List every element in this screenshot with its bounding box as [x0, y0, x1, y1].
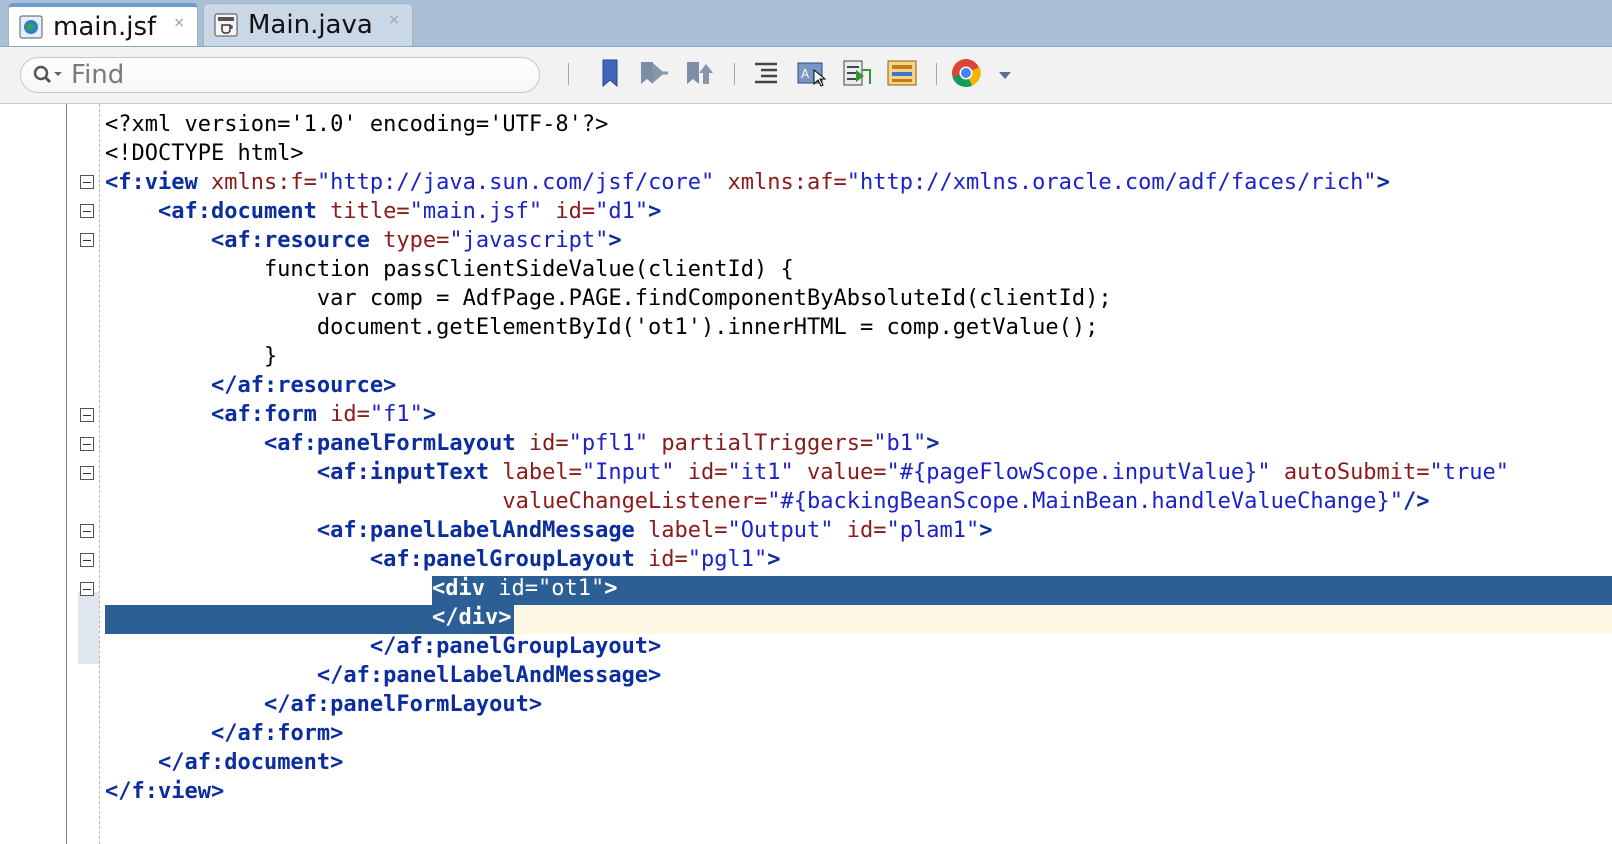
editor-toolbar: A	[0, 47, 1612, 104]
code-line: </af:panelFormLayout>	[263, 692, 543, 717]
dropdown-arrow-icon	[997, 66, 1013, 85]
fold-toggle-icon[interactable]	[80, 524, 94, 538]
start-macro-button[interactable]	[842, 59, 874, 91]
code-line: </af:resource>	[210, 373, 397, 398]
close-tab-icon[interactable]: ×	[173, 15, 185, 31]
fold-toggle-icon[interactable]	[80, 466, 94, 480]
tab-main-java[interactable]: Main.java ×	[203, 3, 413, 46]
show-structure-button[interactable]	[886, 59, 918, 91]
code-line: </af:panelGroupLayout>	[369, 634, 662, 659]
current-line-highlight	[514, 605, 1612, 634]
toggle-design-icon: A	[796, 58, 828, 92]
code-line: </f:view>	[105, 779, 225, 804]
code-line: <af:form id="f1">	[210, 402, 437, 427]
code-line: <af:resource type="javascript">	[210, 228, 622, 253]
fold-toggle-icon[interactable]	[80, 233, 94, 247]
shift-line-icon	[752, 60, 780, 90]
start-macro-icon	[842, 58, 874, 92]
code-line: <af:panelGroupLayout id="pgl1">	[369, 547, 781, 572]
code-line: <f:view xmlns:f="http://java.sun.com/jsf…	[105, 170, 1390, 195]
tab-label: main.jsf	[53, 11, 157, 42]
code-line: <!DOCTYPE html>	[105, 141, 304, 166]
fold-toggle-icon[interactable]	[80, 408, 94, 422]
code-line: valueChangeListener="#{backingBeanScope.…	[502, 489, 1430, 514]
browser-dropdown-button[interactable]	[990, 59, 1020, 91]
previous-bookmark-button[interactable]	[638, 59, 670, 91]
fold-toggle-icon[interactable]	[80, 437, 94, 451]
code-line-selected: <div id="ot1">	[432, 576, 618, 601]
code-line: </af:document>	[157, 750, 344, 775]
tab-label: Main.java	[248, 10, 373, 40]
find-box	[20, 57, 540, 93]
code-line: var comp = AdfPage.PAGE.findComponentByA…	[105, 286, 1112, 311]
code-line: </af:form>	[210, 721, 344, 746]
toggle-bookmark-icon	[598, 58, 622, 92]
search-icon[interactable]	[25, 60, 69, 90]
tab-main-jsf[interactable]: main.jsf ×	[8, 3, 198, 46]
code-line-selected: </div>	[432, 605, 512, 630]
close-tab-icon[interactable]: ×	[388, 12, 400, 28]
code-line: function passClientSideValue(clientId) {	[105, 257, 794, 282]
code-line: <?xml version='1.0' encoding='UTF-8'?>	[105, 112, 609, 137]
toolbar-separator	[936, 63, 937, 85]
previous-bookmark-icon	[638, 58, 670, 92]
code-line: <af:inputText label="Input" id="it1" val…	[316, 460, 1510, 485]
code-line: <af:document title="main.jsf" id="d1">	[157, 199, 662, 224]
fold-toggle-icon[interactable]	[80, 582, 94, 596]
find-input[interactable]	[69, 59, 513, 91]
next-bookmark-button[interactable]	[684, 59, 716, 91]
toggle-bookmark-button[interactable]	[594, 59, 626, 91]
fold-toggle-icon[interactable]	[80, 175, 94, 189]
chrome-browser-icon	[950, 57, 982, 93]
code-line: document.getElementById('ot1').innerHTML…	[105, 315, 1099, 340]
shift-line-button[interactable]	[750, 59, 782, 91]
code-line: <af:panelLabelAndMessage label="Output" …	[316, 518, 993, 543]
toggle-design-button[interactable]: A	[796, 59, 828, 91]
java-file-icon	[214, 13, 238, 37]
toolbar-separator	[568, 63, 569, 85]
editor-tab-bar: main.jsf × Main.java ×	[0, 0, 1612, 47]
show-structure-icon	[886, 58, 918, 92]
code-line: }	[105, 344, 278, 369]
line-number-gutter-border	[66, 104, 67, 844]
code-editor[interactable]: <?xml version='1.0' encoding='UTF-8'?> <…	[0, 104, 1612, 844]
fold-toggle-icon[interactable]	[80, 204, 94, 218]
code-line: <af:panelFormLayout id="pfl1" partialTri…	[263, 431, 940, 456]
fold-guide	[99, 104, 100, 844]
toolbar-separator	[734, 63, 735, 85]
fold-toggle-icon[interactable]	[80, 553, 94, 567]
fold-region-highlight	[78, 592, 99, 664]
svg-text:A: A	[801, 67, 810, 81]
code-line: </af:panelLabelAndMessage>	[316, 663, 662, 688]
run-in-browser-button[interactable]	[950, 59, 982, 91]
jsf-globe-icon	[19, 15, 43, 39]
next-bookmark-icon	[684, 58, 716, 92]
